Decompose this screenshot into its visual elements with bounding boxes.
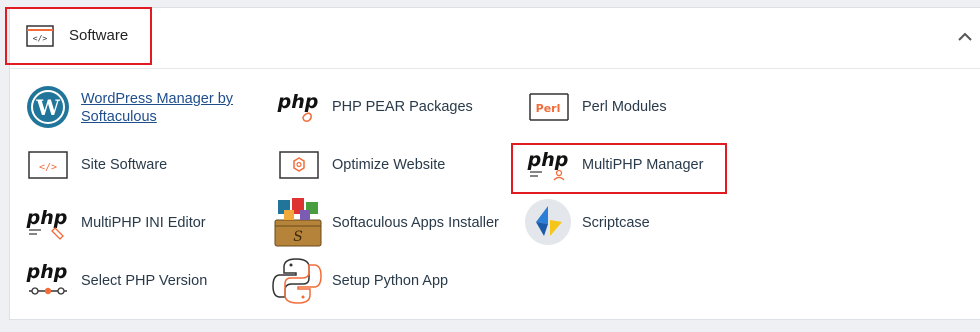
item-multiphp-manager[interactable]: php MultiPHP Manager	[526, 142, 726, 192]
svg-text:Perl: Perl	[536, 102, 561, 115]
php-manager-icon: php	[527, 149, 569, 181]
wordpress-icon: W	[27, 86, 69, 128]
svg-text:php: php	[527, 149, 569, 171]
svg-text:</>: </>	[39, 162, 57, 173]
item-multiphp-ini[interactable]: php MultiPHP INI Editor	[25, 200, 245, 250]
item-site-software[interactable]: </> Site Software	[25, 142, 225, 192]
php-pear-icon: php	[277, 91, 319, 122]
item-softaculous[interactable]: S Softaculous Apps Installer	[272, 196, 522, 247]
php-ini-icon: php	[26, 207, 68, 240]
python-icon	[272, 258, 322, 304]
item-perl-modules[interactable]: Perl Perl Modules	[526, 84, 726, 134]
svg-text:php: php	[26, 261, 68, 283]
panel-header[interactable]: </> Software	[10, 8, 980, 69]
perl-icon: Perl	[529, 93, 569, 121]
item-label: MultiPHP Manager	[582, 157, 704, 173]
svg-text:S: S	[293, 229, 303, 245]
scriptcase-icon	[525, 199, 571, 245]
item-wordpress-manager[interactable]: W WordPress Manager by Softaculous	[25, 84, 255, 134]
softaculous-icon: S	[274, 198, 322, 247]
item-optimize-website[interactable]: Optimize Website	[276, 142, 496, 192]
item-scriptcase[interactable]: Scriptcase	[524, 198, 724, 248]
item-label[interactable]: WordPress Manager by Softaculous	[81, 90, 251, 126]
item-label: Site Software	[81, 157, 168, 173]
php-version-icon: php	[26, 261, 68, 295]
item-label: Perl Modules	[582, 99, 667, 115]
item-label: MultiPHP INI Editor	[81, 215, 206, 231]
optimize-icon	[279, 151, 319, 179]
item-python-app[interactable]: Setup Python App	[272, 256, 492, 306]
svg-text:php: php	[26, 207, 68, 229]
code-window-icon: </>	[28, 151, 68, 179]
svg-text:php: php	[277, 91, 319, 113]
item-select-php[interactable]: php Select PHP Version	[25, 258, 245, 308]
code-window-icon: </>	[26, 25, 54, 47]
section-title: Software	[69, 27, 129, 44]
item-php-pear[interactable]: php PHP PEAR Packages	[276, 84, 496, 134]
item-label: Select PHP Version	[81, 273, 208, 289]
item-label: Softaculous Apps Installer	[332, 215, 499, 231]
item-label: PHP PEAR Packages	[332, 99, 473, 115]
item-label: Setup Python App	[332, 273, 449, 289]
chevron-up-icon[interactable]	[956, 28, 974, 46]
item-label: Optimize Website	[332, 157, 446, 173]
svg-text:W: W	[35, 95, 60, 120]
svg-text:</>: </>	[33, 34, 48, 43]
item-label: Scriptcase	[582, 215, 650, 231]
